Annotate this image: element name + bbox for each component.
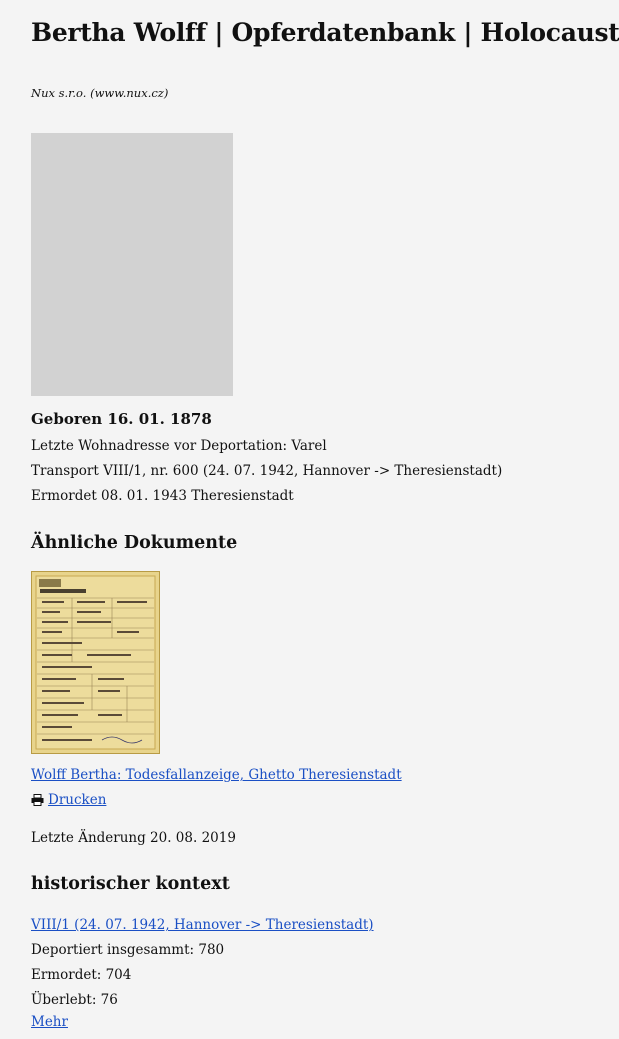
death-info: Ermordet 08. 01. 1943 Theresienstadt [31, 488, 294, 504]
document-thumbnail[interactable] [31, 571, 160, 754]
similar-documents-heading: Ähnliche Dokumente [31, 533, 238, 553]
source-credit: Nux s.r.o. (www.nux.cz) [31, 86, 169, 100]
page-title: Bertha Wolff | Opferdatenbank | Holocaus… [31, 18, 619, 47]
survived-count: Überlebt: 76 [31, 992, 118, 1008]
print-link[interactable]: Drucken [48, 792, 106, 808]
document-scan-image [32, 572, 159, 753]
murdered-count: Ermordet: 704 [31, 967, 132, 983]
printer-icon[interactable] [31, 794, 44, 806]
birth-date: Geboren 16. 01. 1878 [31, 410, 212, 428]
print-row: Drucken [31, 792, 106, 808]
transport-info: Transport VIII/1, nr. 600 (24. 07. 1942,… [31, 463, 503, 479]
document-link[interactable]: Wolff Bertha: Todesfallanzeige, Ghetto T… [31, 767, 402, 783]
deported-count: Deportiert insgesammt: 780 [31, 942, 225, 958]
more-link[interactable]: Mehr [31, 1014, 68, 1030]
transport-link[interactable]: VIII/1 (24. 07. 1942, Hannover -> Theres… [31, 917, 374, 933]
last-change: Letzte Änderung 20. 08. 2019 [31, 830, 236, 846]
last-address: Letzte Wohnadresse vor Deportation: Vare… [31, 438, 327, 454]
page: Bertha Wolff | Opferdatenbank | Holocaus… [0, 0, 619, 1039]
person-photo-placeholder [31, 133, 233, 396]
historical-context-heading: historischer kontext [31, 874, 230, 894]
